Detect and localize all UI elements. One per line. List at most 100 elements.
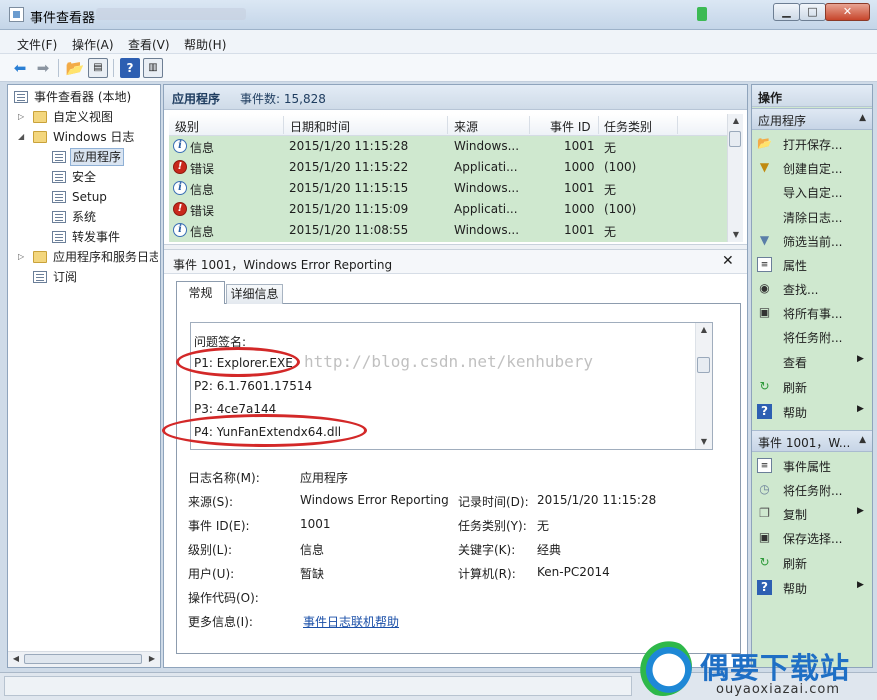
- table-row[interactable]: i 信息 2015/1/20 11:15:15 Windows... 1001 …: [169, 178, 679, 199]
- show-hide-tree-icon[interactable]: ▤: [88, 58, 108, 78]
- help-icon[interactable]: ?: [120, 58, 140, 78]
- prop-value: Ken-PC2014: [537, 565, 610, 579]
- cell-source: Windows...: [454, 223, 520, 237]
- action-save-selected-events[interactable]: ▣ 保存选择...: [756, 528, 870, 548]
- action-filter-current-log[interactable]: ▼ 筛选当前...: [756, 231, 870, 251]
- properties-icon: ≡: [757, 458, 772, 473]
- toolbar-separator: [113, 59, 114, 77]
- tree-item-application-log[interactable]: 应用程序: [8, 147, 158, 167]
- message-vertical-scrollbar[interactable]: ▲ ▼: [695, 323, 712, 449]
- scroll-right-arrow-icon[interactable]: ▶: [144, 652, 160, 666]
- collapse-arrow-icon[interactable]: ◢: [18, 127, 24, 147]
- cell-level: 信息: [190, 141, 215, 155]
- tree-item-app-service-logs[interactable]: ▷ 应用程序和服务日志: [8, 247, 158, 267]
- tree-item-windows-logs[interactable]: ◢ Windows 日志: [8, 127, 158, 147]
- table-row[interactable]: ! 错误 2015/1/20 11:15:09 Applicati... 100…: [169, 199, 679, 220]
- prop-value: Windows Error Reporting: [300, 493, 449, 507]
- column-header-task-category[interactable]: 任务类别: [604, 118, 652, 135]
- scroll-down-arrow-icon[interactable]: ▼: [728, 228, 744, 242]
- tree-item-subscriptions[interactable]: 订阅: [8, 267, 158, 287]
- event-log-online-help-link[interactable]: 事件日志联机帮助: [303, 613, 399, 630]
- tree-item-label: 自定义视图: [53, 110, 114, 124]
- scroll-down-arrow-icon[interactable]: ▼: [696, 435, 712, 449]
- tab-details[interactable]: 详细信息: [226, 284, 283, 304]
- action-copy[interactable]: ❐ 复制 ▶: [756, 504, 870, 524]
- blog-url-watermark: http://blog.csdn.net/kenhubery: [304, 352, 593, 371]
- cell-category: (100): [604, 202, 637, 216]
- action-help-event[interactable]: ? 帮助 ▶: [756, 578, 870, 598]
- scroll-up-arrow-icon[interactable]: ▲: [696, 323, 712, 337]
- column-divider[interactable]: [529, 116, 530, 134]
- tree-item-label: 转发事件: [72, 230, 121, 244]
- action-create-custom-view[interactable]: ▼ 创建自定...: [756, 158, 870, 178]
- action-group-application[interactable]: 应用程序 ▲: [752, 108, 872, 130]
- cell-category: 无: [604, 183, 617, 197]
- event-detail-title: 事件 1001，Windows Error Reporting: [173, 258, 393, 272]
- action-group-event[interactable]: 事件 1001，W... ▲: [752, 430, 872, 452]
- tree-item-custom-views[interactable]: ▷ 自定义视图: [8, 107, 158, 127]
- message-scroll-thumb[interactable]: [697, 357, 710, 373]
- prop-label: 记录时间(D):: [458, 495, 529, 509]
- action-view[interactable]: 查看 ▶: [756, 352, 870, 372]
- action-import-custom-view[interactable]: 导入自定...: [756, 182, 870, 202]
- tab-general[interactable]: 常规: [176, 281, 225, 304]
- action-properties[interactable]: ≡ 属性: [756, 255, 870, 275]
- cell-category: 无: [604, 141, 617, 155]
- column-header-datetime[interactable]: 日期和时间: [290, 118, 350, 135]
- grid-scroll-thumb[interactable]: [729, 131, 741, 147]
- action-attach-task-to-event[interactable]: ◷ 将任务附...: [756, 480, 870, 500]
- action-label: 打开保存...: [783, 138, 843, 152]
- tree-item-setup-log[interactable]: Setup: [8, 187, 158, 207]
- action-attach-task-to-log[interactable]: 将任务附...: [756, 327, 870, 347]
- action-refresh[interactable]: ↻ 刷新: [756, 377, 870, 397]
- prop-label: 关键字(K):: [458, 543, 516, 557]
- cell-datetime: 2015/1/20 11:08:55: [289, 223, 409, 237]
- column-header-level[interactable]: 级别: [175, 118, 199, 135]
- close-detail-icon[interactable]: ✕: [722, 253, 734, 269]
- table-row[interactable]: i 信息 2015/1/20 11:08:55 Windows... 1001 …: [169, 220, 679, 241]
- expand-arrow-icon[interactable]: ▷: [18, 247, 24, 267]
- action-help[interactable]: ? 帮助 ▶: [756, 402, 870, 422]
- prop-label: 操作代码(O):: [188, 591, 259, 605]
- column-divider[interactable]: [677, 116, 678, 134]
- collapse-caret-icon[interactable]: ▲: [859, 435, 866, 445]
- action-open-saved-log[interactable]: 📂 打开保存...: [756, 134, 870, 154]
- action-save-all-events[interactable]: ▣ 将所有事...: [756, 303, 870, 323]
- action-refresh-event[interactable]: ↻ 刷新: [756, 553, 870, 573]
- tree-item-label: Windows 日志: [53, 130, 135, 144]
- column-divider[interactable]: [598, 116, 599, 134]
- tree-item-forwarded-events[interactable]: 转发事件: [8, 227, 158, 247]
- tree-item-system-log[interactable]: 系统: [8, 207, 158, 227]
- menu-view[interactable]: 查看(V): [128, 36, 170, 53]
- cell-level: 信息: [190, 225, 215, 239]
- menu-action[interactable]: 操作(A): [72, 36, 114, 53]
- column-header-event-id[interactable]: 事件 ID: [550, 118, 591, 135]
- scroll-left-arrow-icon[interactable]: ◀: [8, 652, 24, 666]
- action-find[interactable]: ◉ 查找...: [756, 279, 870, 299]
- folder-icon: [33, 251, 47, 263]
- tree-scroll-thumb[interactable]: [24, 654, 142, 664]
- tree-item-security-log[interactable]: 安全: [8, 167, 158, 187]
- close-button[interactable]: ✕: [825, 3, 870, 21]
- table-row[interactable]: ! 错误 2015/1/20 11:15:22 Applicati... 100…: [169, 157, 679, 178]
- maximize-button[interactable]: □: [799, 3, 826, 21]
- back-arrow-icon[interactable]: ⬅: [10, 58, 30, 78]
- action-event-properties[interactable]: ≡ 事件属性: [756, 456, 870, 476]
- menu-file[interactable]: 文件(F): [17, 36, 57, 53]
- folder-up-icon[interactable]: 📂: [65, 58, 85, 78]
- menu-help[interactable]: 帮助(H): [184, 36, 226, 53]
- column-header-source[interactable]: 来源: [454, 118, 478, 135]
- forward-arrow-icon[interactable]: ➡: [33, 58, 53, 78]
- minimize-button[interactable]: ▁: [773, 3, 800, 21]
- column-divider[interactable]: [283, 116, 284, 134]
- scroll-up-arrow-icon[interactable]: ▲: [728, 114, 744, 128]
- tree-item-root[interactable]: 事件查看器 (本地): [8, 87, 158, 107]
- table-row[interactable]: i 信息 2015/1/20 11:15:28 Windows... 1001 …: [169, 136, 679, 157]
- collapse-caret-icon[interactable]: ▲: [859, 113, 866, 123]
- cell-datetime: 2015/1/20 11:15:22: [289, 160, 409, 174]
- show-hide-action-pane-icon[interactable]: ▥: [143, 58, 163, 78]
- action-clear-log[interactable]: 清除日志...: [756, 207, 870, 227]
- expand-arrow-icon[interactable]: ▷: [18, 107, 24, 127]
- action-label: 保存选择...: [783, 532, 843, 546]
- column-divider[interactable]: [447, 116, 448, 134]
